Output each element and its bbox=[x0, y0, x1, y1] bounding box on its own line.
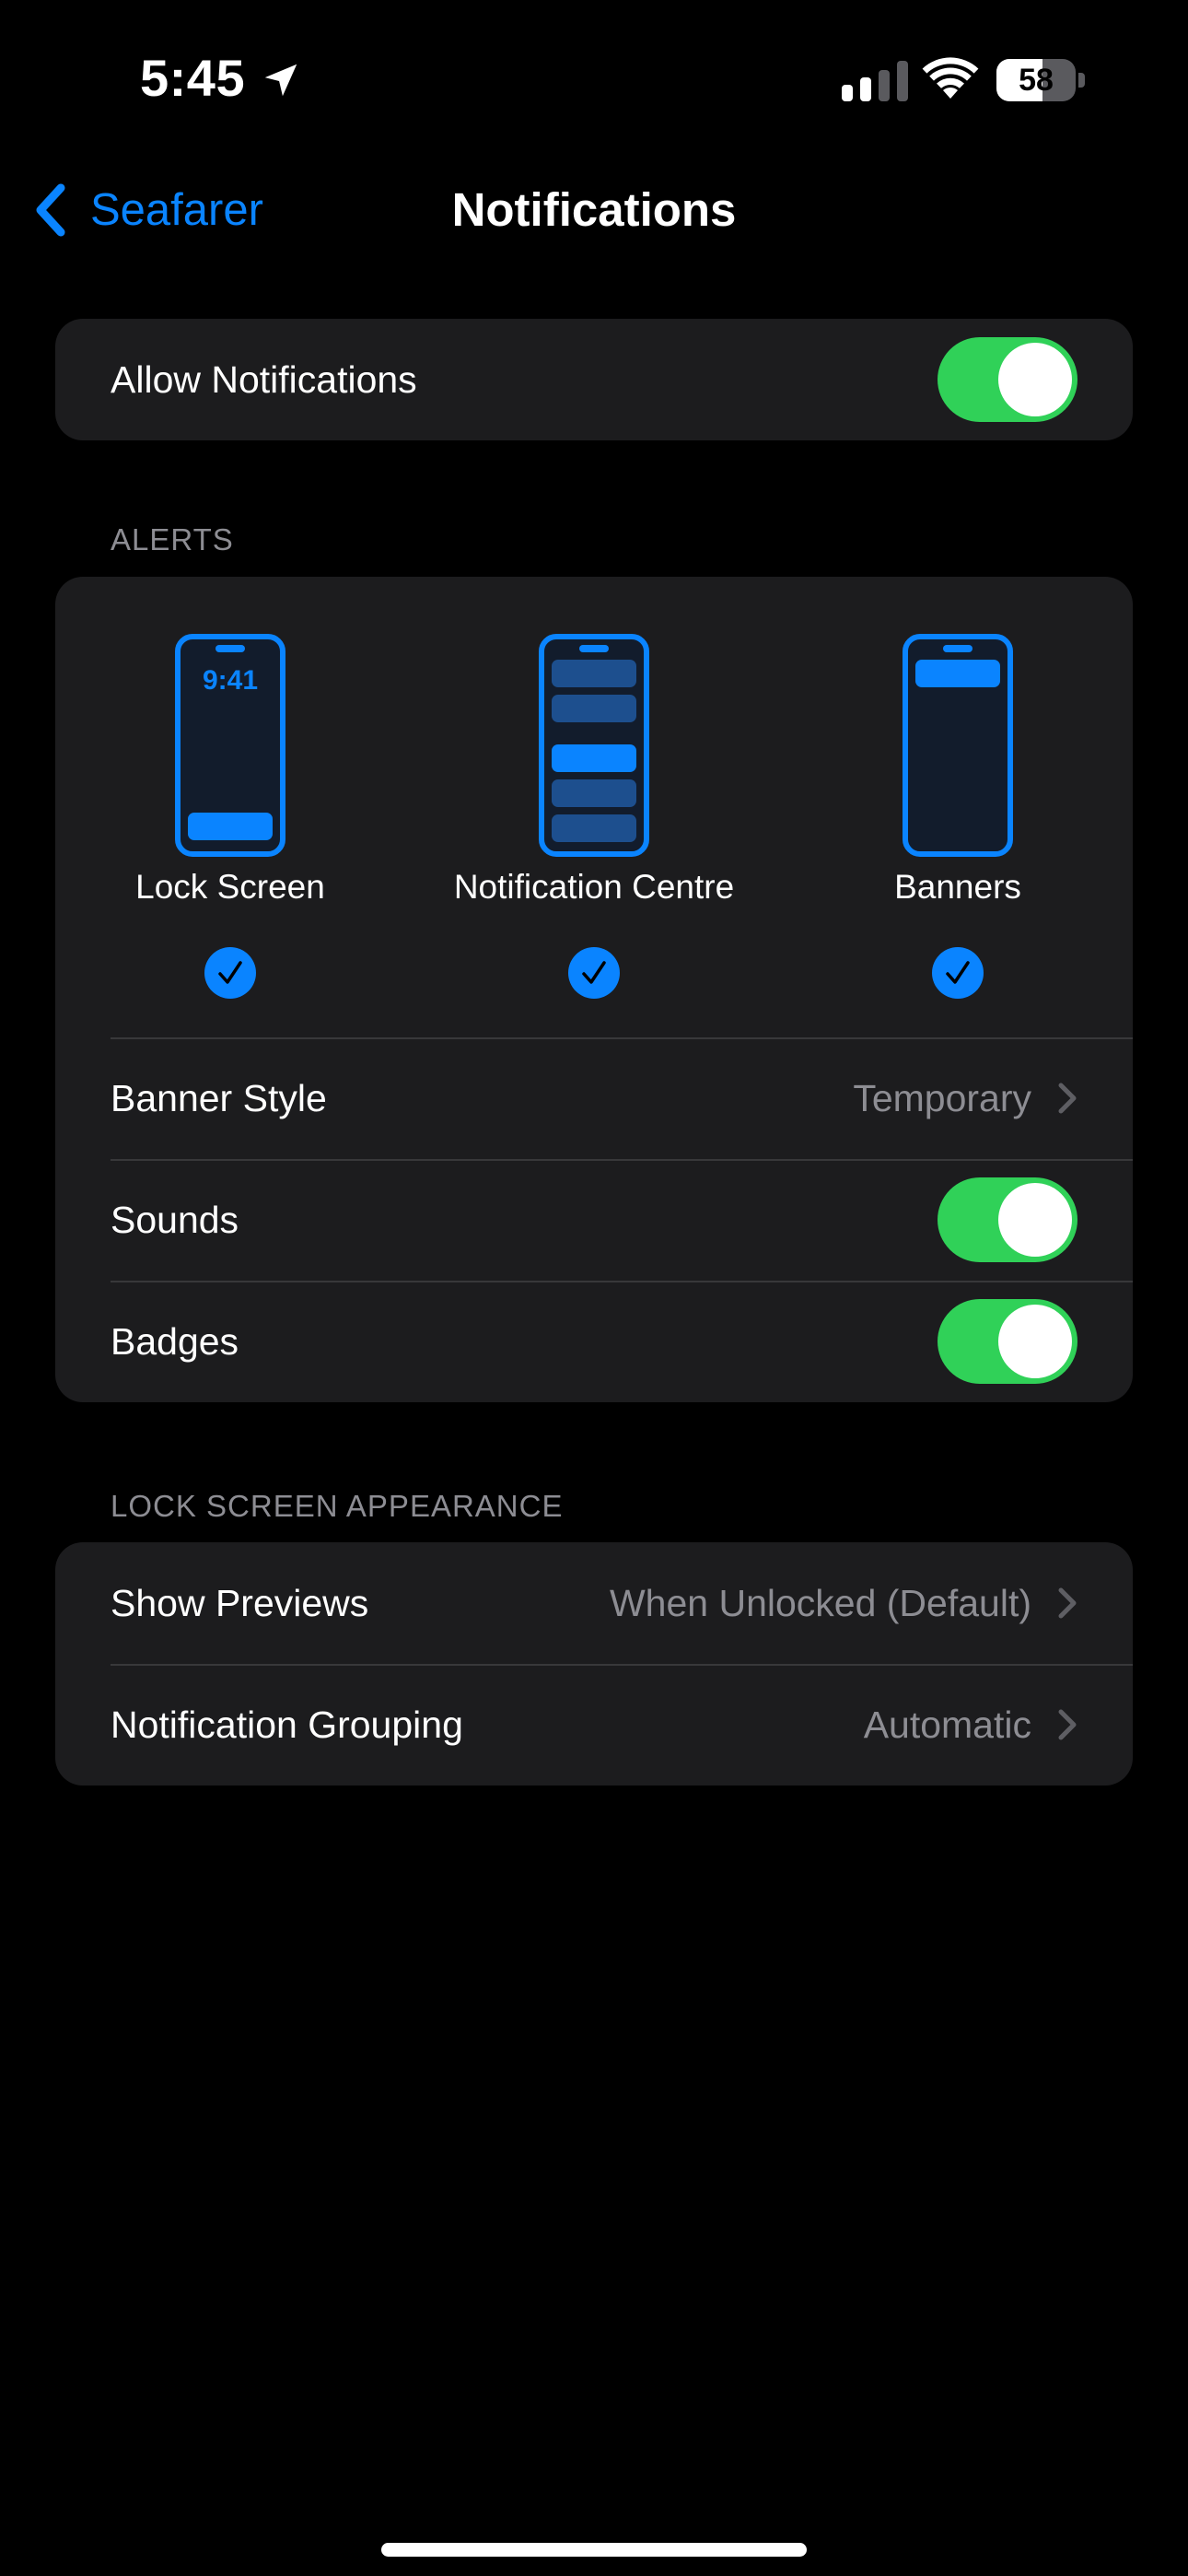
chevron-right-icon bbox=[1058, 1709, 1077, 1740]
chevron-left-icon bbox=[36, 183, 65, 237]
wifi-icon bbox=[922, 57, 979, 99]
location-arrow-icon bbox=[264, 64, 297, 97]
banner-style-label: Banner Style bbox=[111, 1076, 327, 1119]
alert-option-notification-centre[interactable]: Notification Centre bbox=[437, 577, 751, 1028]
show-previews-label: Show Previews bbox=[111, 1581, 369, 1624]
chevron-right-icon bbox=[1058, 1587, 1077, 1619]
status-bar: 5:45 58 bbox=[0, 0, 1188, 161]
cellular-signal-icon bbox=[842, 61, 908, 101]
sounds-toggle[interactable] bbox=[938, 1177, 1077, 1262]
notification-grouping-label: Notification Grouping bbox=[111, 1703, 463, 1746]
notification-centre-phone-icon bbox=[539, 634, 649, 857]
alert-option-lock-screen[interactable]: 9:41 Lock Screen bbox=[74, 577, 387, 1028]
divider bbox=[111, 1037, 1133, 1039]
alerts-group: 9:41 Lock Screen Notification Centre Ban… bbox=[55, 577, 1133, 1402]
alert-option-label: Lock Screen bbox=[135, 868, 325, 906]
alert-option-label: Notification Centre bbox=[453, 868, 735, 906]
sounds-row: Sounds bbox=[55, 1159, 1133, 1281]
lock-screen-appearance-group: Show Previews When Unlocked (Default) No… bbox=[55, 1542, 1133, 1786]
lock-screen-phone-icon: 9:41 bbox=[175, 634, 285, 857]
battery-level: 58 bbox=[1019, 63, 1054, 98]
alerts-section-header: ALERTS bbox=[111, 522, 234, 556]
home-indicator[interactable] bbox=[381, 2543, 807, 2557]
divider bbox=[111, 1159, 1133, 1161]
banners-phone-icon bbox=[903, 634, 1013, 857]
status-time: 5:45 bbox=[140, 49, 246, 107]
sounds-label: Sounds bbox=[111, 1198, 239, 1241]
screen: 5:45 58 Seafarer Notifications Allow Not… bbox=[0, 0, 1188, 2576]
checkmark-circle-icon[interactable] bbox=[204, 947, 256, 999]
alert-style-options: 9:41 Lock Screen Notification Centre Ban… bbox=[55, 577, 1133, 1037]
back-button[interactable]: Seafarer bbox=[33, 177, 263, 243]
allow-notifications-label: Allow Notifications bbox=[111, 357, 417, 401]
alert-option-label: Banners bbox=[894, 868, 1021, 906]
banner-style-row[interactable]: Banner Style Temporary bbox=[55, 1037, 1133, 1159]
show-previews-value: When Unlocked (Default) bbox=[609, 1581, 1031, 1624]
notification-grouping-row[interactable]: Notification Grouping Automatic bbox=[55, 1664, 1133, 1786]
banner-style-value: Temporary bbox=[853, 1076, 1031, 1119]
lock-screen-appearance-header: LOCK SCREEN APPEARANCE bbox=[111, 1489, 564, 1523]
chevron-right-icon bbox=[1058, 1083, 1077, 1114]
alert-option-banners[interactable]: Banners bbox=[801, 577, 1114, 1028]
battery-icon: 58 bbox=[996, 59, 1085, 101]
allow-notifications-row: Allow Notifications bbox=[55, 319, 1133, 440]
notification-grouping-value: Automatic bbox=[863, 1703, 1031, 1746]
badges-label: Badges bbox=[111, 1319, 239, 1363]
back-label: Seafarer bbox=[90, 185, 263, 235]
badges-toggle[interactable] bbox=[938, 1299, 1077, 1384]
divider bbox=[111, 1281, 1133, 1282]
badges-row: Badges bbox=[55, 1281, 1133, 1402]
show-previews-row[interactable]: Show Previews When Unlocked (Default) bbox=[55, 1542, 1133, 1664]
divider bbox=[111, 1664, 1133, 1666]
lock-screen-preview-time: 9:41 bbox=[203, 665, 258, 696]
allow-notifications-group: Allow Notifications bbox=[55, 319, 1133, 440]
checkmark-circle-icon[interactable] bbox=[568, 947, 620, 999]
checkmark-circle-icon[interactable] bbox=[932, 947, 984, 999]
allow-notifications-toggle[interactable] bbox=[938, 337, 1077, 422]
